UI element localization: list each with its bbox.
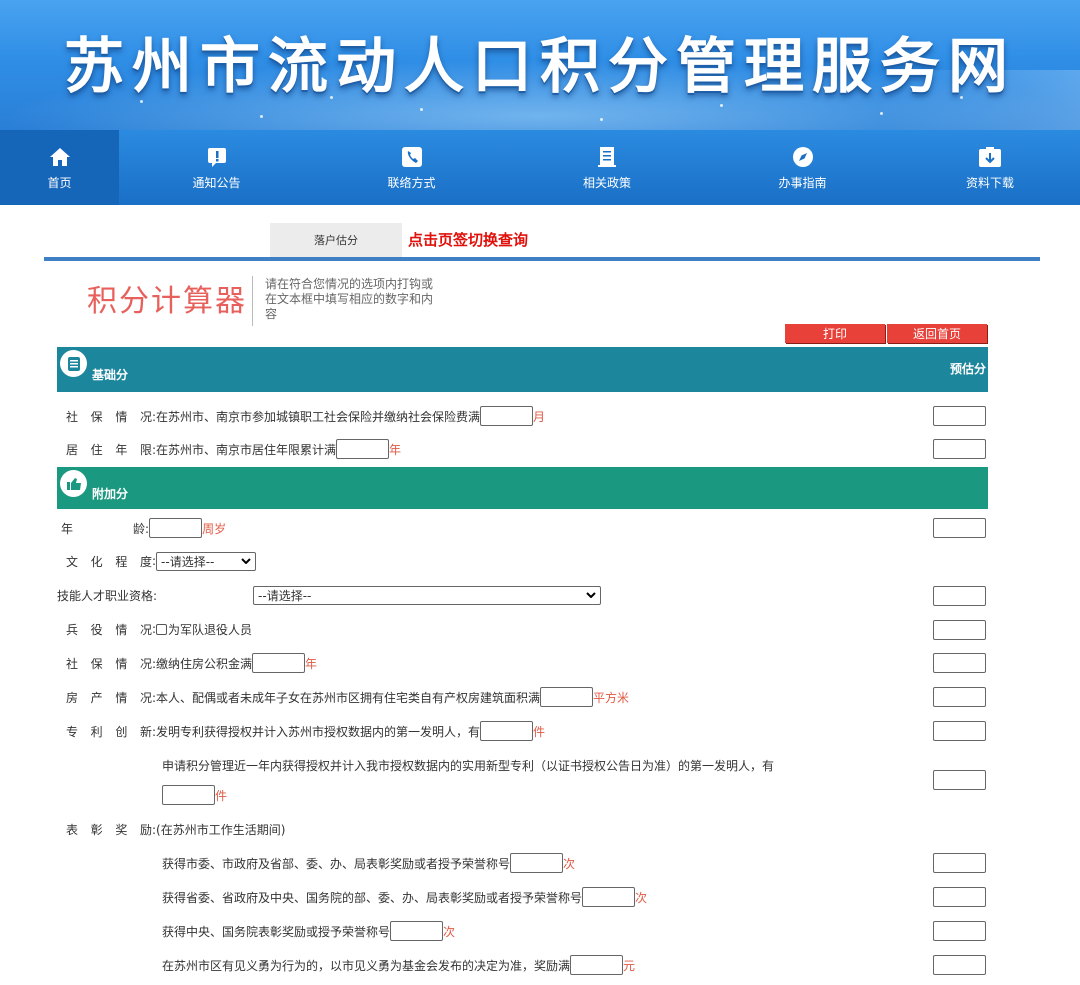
nav-notice[interactable]: 通知公告 (119, 130, 314, 205)
nav-home[interactable]: 首页 (0, 130, 119, 205)
main-nav: 首页 通知公告 联络方式 相关政策 办事指南 资料下载 (0, 130, 1080, 205)
score-age[interactable] (933, 518, 986, 538)
award-central-count-input[interactable] (390, 921, 444, 941)
score-patent[interactable] (933, 721, 986, 741)
document-icon (594, 144, 620, 170)
title-divider (252, 276, 253, 326)
score-property[interactable] (933, 687, 986, 707)
score-skill[interactable] (933, 586, 986, 606)
header-banner: 苏州市流动人口积分管理服务网 (0, 0, 1080, 130)
row-utility-patent: 申请积分管理近一年内获得授权并计入我市授权数据内的实用新型专利（以证书授权公告日… (162, 758, 775, 773)
score-residence-years[interactable] (933, 439, 986, 459)
row-award-central: 获得中央、国务院表彰奖励或授予荣誉称号 次 (162, 921, 455, 941)
calculator-title: 积分计算器 (87, 284, 247, 319)
row-award-city: 获得市委、市政府及省部、委、办、局表彰奖励或者授予荣誉称号 次 (162, 853, 575, 873)
score-bravery[interactable] (933, 955, 986, 975)
back-home-button[interactable]: 返回首页 (887, 324, 987, 343)
utility-patent-count-input[interactable] (162, 785, 215, 805)
row-social-insurance: 社保情况 :在苏州市、南京市参加城镇职工社会保险并缴纳社会保险费满 月 (66, 406, 545, 426)
row-label: 房产情况 (66, 690, 152, 705)
residence-years-input[interactable] (336, 439, 390, 459)
row-award-province: 获得省委、省政府及中央、国务院的部、委、办、局表彰奖励或者授予荣誉称号 次 (162, 887, 647, 907)
site-title: 苏州市流动人口积分管理服务网 (64, 32, 1016, 102)
folder-icon (60, 350, 87, 377)
row-education: 文化程度 : --请选择-- (66, 551, 257, 571)
phone-icon (399, 144, 425, 170)
nav-policy[interactable]: 相关政策 (509, 130, 705, 205)
age-input[interactable] (149, 518, 203, 538)
download-icon (977, 144, 1003, 170)
row-housing-fund: 社保情况 :缴纳住房公积金满 年 (66, 653, 317, 673)
score-social-insurance[interactable] (933, 406, 986, 426)
row-label: 居住年限 (66, 442, 152, 457)
section-extra-title: 附加分 (92, 487, 129, 501)
row-age: 年 龄: 周岁 (61, 518, 226, 538)
row-bravery: 在苏州市区有见义勇为行为的，以市见义勇为基金会发布的决定为准，奖励满 元 (162, 955, 635, 975)
education-select[interactable]: --请选择-- (156, 551, 257, 571)
tab-hint: 点击页签切换查询 (408, 231, 529, 249)
nav-download[interactable]: 资料下载 (900, 130, 1080, 205)
bravery-amount-input[interactable] (570, 955, 624, 975)
row-label: 社保情况 (66, 656, 152, 671)
nav-contact[interactable]: 联络方式 (314, 130, 509, 205)
home-icon (47, 144, 73, 170)
row-label: 专利创新 (66, 724, 152, 739)
score-award-central[interactable] (933, 921, 986, 941)
chevron-down-icon (241, 558, 251, 564)
hand-icon (60, 470, 87, 497)
housing-fund-years-input[interactable] (252, 653, 306, 673)
social-insurance-months-input[interactable] (480, 406, 534, 426)
tab-divider (44, 257, 1040, 261)
chevron-down-icon (586, 592, 596, 598)
award-province-count-input[interactable] (582, 887, 636, 907)
row-property: 房产情况 :本人、配偶或者未成年子女在苏州市区拥有住宅类自有产权房建筑面积满 平… (66, 687, 629, 707)
print-button[interactable]: 打印 (785, 324, 885, 343)
property-area-input[interactable] (540, 687, 594, 707)
calculator-description: 请在符合您情况的选项内打钩或在文本框中填写相应的数字和内容 (265, 277, 434, 321)
section-basic: 基础分 预估分 (57, 347, 988, 392)
tab-settlement-estimate[interactable]: 落户估分 (270, 223, 402, 257)
row-utility-patent-input: 件 (162, 785, 227, 805)
score-military[interactable] (933, 620, 986, 640)
veteran-checkbox[interactable] (156, 623, 168, 635)
row-label: 社保情况 (66, 409, 152, 424)
score-utility-patent[interactable] (933, 770, 986, 790)
score-award-city[interactable] (933, 853, 986, 873)
award-city-count-input[interactable] (510, 853, 564, 873)
row-skill: 技能人才职业资格: --请选择-- (57, 585, 602, 605)
row-label: 兵役情况 (66, 622, 152, 637)
row-residence-years: 居住年限 :在苏州市、南京市居住年限累计满 年 (66, 439, 401, 459)
estimate-score-header: 预估分 (949, 362, 986, 376)
row-label: 表彰奖励 (66, 822, 152, 837)
patent-count-input[interactable] (480, 721, 534, 741)
notice-icon (204, 144, 230, 170)
section-extra: 附加分 (57, 467, 988, 509)
score-award-province[interactable] (933, 887, 986, 907)
row-award: 表彰奖励 :(在苏州市工作生活期间) (66, 822, 286, 837)
row-military: 兵役情况 : 为军队退役人员 (66, 622, 253, 637)
score-housing-fund[interactable] (933, 653, 986, 673)
row-patent: 专利创新 :发明专利获得授权并计入苏州市授权数据内的第一发明人，有 件 (66, 721, 545, 741)
skill-qualification-select[interactable]: --请选择-- (253, 585, 602, 605)
compass-icon (790, 144, 816, 170)
section-basic-title: 基础分 (92, 368, 129, 382)
row-label: 文化程度 (66, 554, 152, 569)
nav-guide[interactable]: 办事指南 (705, 130, 900, 205)
